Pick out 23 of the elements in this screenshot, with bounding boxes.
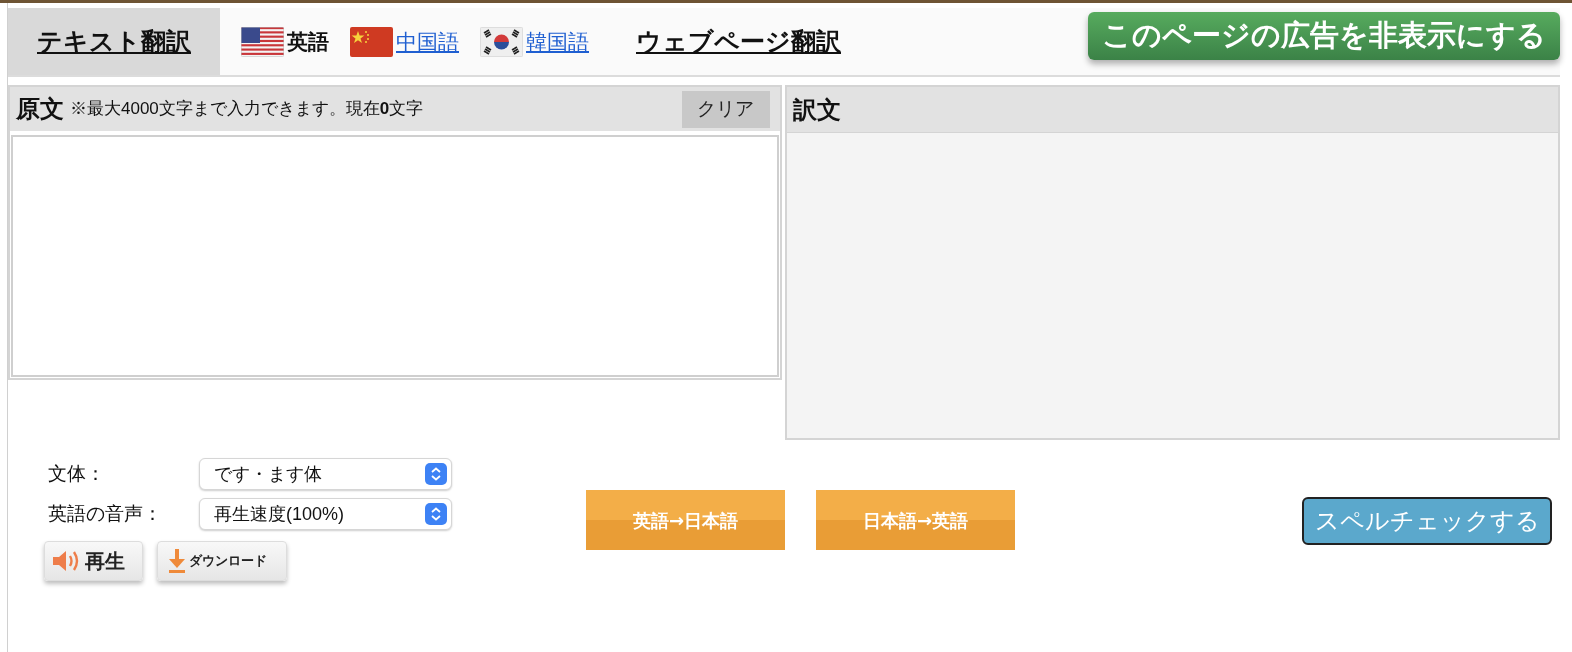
language-link[interactable]: 中国語 [396, 25, 459, 58]
nav-tab[interactable]: テキスト翻訳 [8, 8, 220, 75]
flag-icon [241, 26, 284, 57]
download-button[interactable]: ダウンロード [157, 541, 287, 581]
option-label: 文体： [47, 461, 106, 486]
flag-icon [480, 26, 523, 57]
clear-button[interactable]: クリア [681, 90, 770, 128]
play-button[interactable]: 再生 [44, 541, 143, 581]
source-title: 原文 [16, 94, 64, 124]
chevron-icon [425, 463, 447, 485]
chevron-icon [425, 503, 447, 525]
target-title: 訳文 [792, 94, 841, 125]
language-link[interactable]: 韓国語 [526, 25, 589, 58]
source-text-field[interactable] [11, 135, 779, 377]
hide-ads-button[interactable]: このページの広告を非表示にする [1088, 12, 1560, 60]
nav-tab[interactable]: ウェブページ翻訳 [607, 8, 870, 75]
input-limit-note: ※最大4000文字まで入力できます。現在0文字 [70, 98, 424, 121]
option-select[interactable]: 再生速度(100%) [199, 498, 452, 530]
download-icon [168, 548, 186, 574]
language-link[interactable]: 英語 [287, 25, 329, 58]
option-label: 英語の音声： [47, 501, 163, 526]
flag-icon [350, 26, 393, 57]
option-select[interactable]: です・ます体 [199, 458, 452, 490]
